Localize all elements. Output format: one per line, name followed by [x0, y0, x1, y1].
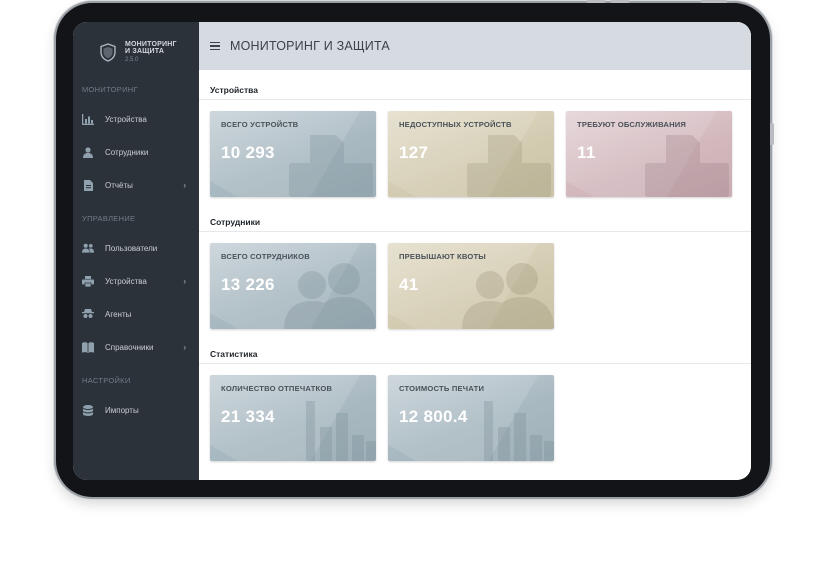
divider: [199, 99, 751, 100]
sidebar-item-label: Импорты: [105, 405, 139, 415]
sidebar-item-label: Агенты: [105, 309, 132, 319]
people-icon: [284, 263, 376, 329]
tile-total-employees[interactable]: ВСЕГО СОТРУДНИКОВ 13 226: [210, 243, 376, 329]
tablet-button: [611, 0, 629, 3]
sidebar-item-label: Сотрудники: [105, 147, 149, 157]
tile-value: 11: [577, 143, 596, 162]
document-icon: [82, 179, 94, 191]
tile-value: 10 293: [221, 143, 275, 162]
bar-chart-icon: [306, 401, 376, 461]
sidebar-item-label: Устройства: [105, 276, 147, 286]
sidebar-section-monitoring: МОНИТОРИНГ: [82, 85, 138, 94]
main-content: МОНИТОРИНГ И ЗАЩИТА Устройства ВСЕГО УСТ…: [199, 22, 751, 480]
bar-chart-icon: [484, 401, 554, 461]
book-icon: [82, 341, 94, 353]
tile-value: 21 334: [221, 407, 275, 426]
page-title: МОНИТОРИНГ И ЗАЩИТА: [230, 39, 390, 53]
chevron-right-icon: ›: [183, 276, 186, 286]
sidebar-item-agents[interactable]: Агенты: [73, 302, 199, 326]
logo-title-line2: И ЗАЩИТА: [125, 47, 165, 55]
sidebar-item-reports[interactable]: Отчёты ›: [73, 173, 199, 197]
printer-icon: [467, 135, 551, 197]
tile-label: НЕДОСТУПНЫХ УСТРОЙСТВ: [399, 120, 512, 129]
tile-label: ВСЕГО УСТРОЙСТВ: [221, 120, 299, 129]
tile-value: 12 800.4: [399, 407, 468, 426]
tile-prints-count[interactable]: КОЛИЧЕСТВО ОТПЕЧАТКОВ 21 334: [210, 375, 376, 461]
tile-label: КОЛИЧЕСТВО ОТПЕЧАТКОВ: [221, 384, 333, 393]
people-icon: [462, 263, 554, 329]
tile-label: ТРЕБУЮТ ОБСЛУЖИВАНИЯ: [577, 120, 687, 129]
sidebar-item-imports[interactable]: Импорты: [73, 398, 199, 422]
shield-icon: [100, 42, 116, 62]
tile-label: СТОИМОСТЬ ПЕЧАТИ: [399, 384, 485, 393]
tile-print-cost[interactable]: СТОИМОСТЬ ПЕЧАТИ 12 800.4: [388, 375, 554, 461]
app-version: 2.5.0: [125, 57, 139, 64]
bar-chart-icon: [82, 113, 94, 125]
sidebar-item-label: Пользователи: [105, 243, 158, 253]
tile-value: 127: [399, 143, 429, 162]
sidebar-item-label: Устройства: [105, 114, 147, 124]
logo-title-line1: МОНИТОРИНГ: [125, 40, 177, 48]
tablet-frame: МОНИТОРИНГ И ЗАЩИТА 2.5.0 МОНИТОРИНГ Уст…: [56, 0, 774, 497]
tablet-button: [587, 0, 605, 3]
screen: МОНИТОРИНГ И ЗАЩИТА 2.5.0 МОНИТОРИНГ Уст…: [73, 22, 751, 480]
sidebar-section-settings: НАСТРОЙКИ: [82, 376, 131, 385]
tile-label: ПРЕВЫШАЮТ КВОТЫ: [399, 252, 486, 261]
section-title-statistics: Статистика: [210, 349, 258, 359]
app-logo[interactable]: МОНИТОРИНГ И ЗАЩИТА 2.5.0: [73, 22, 199, 70]
sidebar-item-devices-management[interactable]: Устройства ›: [73, 269, 199, 293]
tile-need-service[interactable]: ТРЕБУЮТ ОБСЛУЖИВАНИЯ 11: [566, 111, 732, 197]
sidebar-section-management: УПРАВЛЕНИЕ: [82, 214, 136, 223]
sidebar: МОНИТОРИНГ И ЗАЩИТА 2.5.0 МОНИТОРИНГ Уст…: [73, 22, 199, 480]
tile-label: ВСЕГО СОТРУДНИКОВ: [221, 252, 310, 261]
tablet-button: [701, 0, 727, 3]
sidebar-item-users[interactable]: Пользователи: [73, 236, 199, 260]
chevron-right-icon: ›: [183, 180, 186, 190]
database-icon: [82, 404, 94, 416]
menu-icon[interactable]: [210, 41, 220, 51]
top-bar: МОНИТОРИНГ И ЗАЩИТА: [199, 22, 751, 70]
person-icon: [82, 146, 94, 158]
divider: [199, 363, 751, 364]
printer-icon: [82, 275, 94, 287]
sidebar-item-references[interactable]: Справочники ›: [73, 335, 199, 359]
section-title-employees: Сотрудники: [210, 217, 261, 227]
sidebar-item-label: Справочники: [105, 342, 154, 352]
section-title-devices: Устройства: [210, 85, 258, 95]
tile-quota-exceeded[interactable]: ПРЕВЫШАЮТ КВОТЫ 41: [388, 243, 554, 329]
printer-icon: [289, 135, 373, 197]
users-icon: [82, 242, 94, 254]
tile-value: 13 226: [221, 275, 275, 294]
tile-total-devices[interactable]: ВСЕГО УСТРОЙСТВ 10 293: [210, 111, 376, 197]
agent-icon: [82, 308, 94, 320]
printer-icon: [645, 135, 729, 197]
chevron-right-icon: ›: [183, 342, 186, 352]
sidebar-item-label: Отчёты: [105, 180, 133, 190]
sidebar-item-devices[interactable]: Устройства: [73, 107, 199, 131]
tile-unavailable-devices[interactable]: НЕДОСТУПНЫХ УСТРОЙСТВ 127: [388, 111, 554, 197]
tile-value: 41: [399, 275, 419, 294]
divider: [199, 231, 751, 232]
sidebar-item-employees[interactable]: Сотрудники: [73, 140, 199, 164]
tablet-button: [770, 123, 774, 145]
